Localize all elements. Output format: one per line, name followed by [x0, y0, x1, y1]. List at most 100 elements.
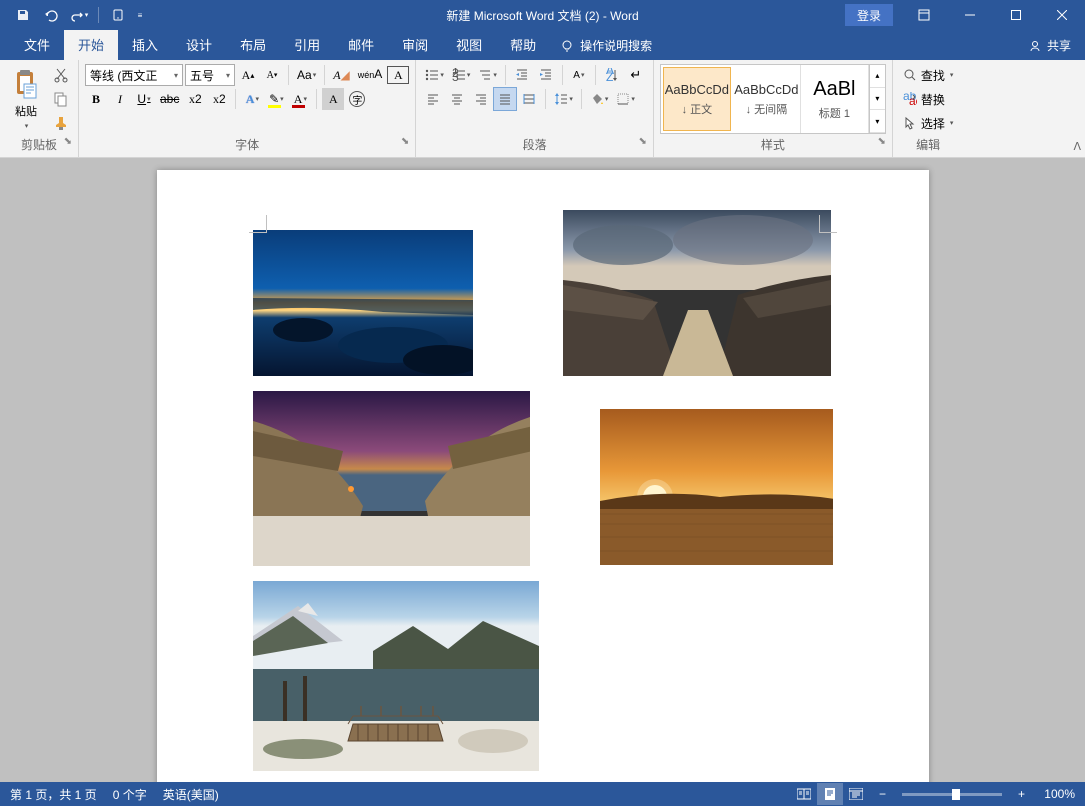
zoom-level[interactable]: 100%	[1035, 787, 1075, 801]
asian-layout-button[interactable]: A▾	[568, 64, 590, 86]
cut-button[interactable]	[50, 64, 72, 86]
language-status[interactable]: 英语(美国)	[163, 786, 219, 803]
align-right-button[interactable]	[470, 88, 492, 110]
group-label-paragraph: 段落	[523, 138, 547, 152]
clipboard-launcher[interactable]: ⬊	[64, 136, 72, 147]
italic-button[interactable]: I	[109, 88, 131, 110]
text-effects-button[interactable]: A▾	[241, 88, 263, 110]
styles-launcher[interactable]: ⬊	[877, 136, 885, 147]
show-marks-button[interactable]: ↵	[625, 64, 647, 86]
save-button[interactable]	[10, 2, 36, 28]
sort-button[interactable]: AZ	[601, 64, 623, 86]
inserted-image-4[interactable]	[600, 409, 833, 565]
styles-scroll-up[interactable]: ▴	[870, 65, 885, 88]
tell-me-search[interactable]: 操作说明搜索	[550, 31, 662, 60]
superscript-button[interactable]: x2	[208, 88, 230, 110]
borders-button[interactable]: ▾	[613, 88, 638, 110]
tab-insert[interactable]: 插入	[118, 29, 172, 60]
borders-icon	[616, 92, 630, 106]
undo-button[interactable]	[38, 2, 64, 28]
strikethrough-button[interactable]: abc	[157, 88, 182, 110]
page-count[interactable]: 第 1 页，共 1 页	[10, 786, 97, 803]
tab-help[interactable]: 帮助	[496, 29, 550, 60]
zoom-slider[interactable]	[902, 793, 1002, 796]
tab-home[interactable]: 开始	[64, 29, 118, 60]
underline-button[interactable]: U▾	[133, 88, 155, 110]
indent-icon	[539, 68, 553, 82]
zoom-in-button[interactable]: +	[1014, 787, 1029, 801]
justify-button[interactable]	[494, 88, 516, 110]
bucket-icon	[590, 92, 604, 106]
read-mode-button[interactable]	[791, 783, 817, 805]
font-size-combo[interactable]: 五号▾	[185, 64, 235, 86]
tab-review[interactable]: 审阅	[388, 29, 442, 60]
style-no-spacing[interactable]: AaBbCcDd ↓ 无间隔	[733, 65, 801, 133]
tab-layout[interactable]: 布局	[226, 29, 280, 60]
print-layout-button[interactable]	[817, 783, 843, 805]
align-center-button[interactable]	[446, 88, 468, 110]
paragraph-launcher[interactable]: ⬊	[638, 136, 646, 147]
subscript-button[interactable]: x2	[184, 88, 206, 110]
ribbon-options-button[interactable]	[901, 0, 947, 30]
copy-button[interactable]	[50, 88, 72, 110]
collapse-ribbon-button[interactable]: ᐱ	[1073, 140, 1081, 153]
bullets-button[interactable]: ▾	[422, 64, 447, 86]
align-left-button[interactable]	[422, 88, 444, 110]
share-button[interactable]: 共享	[1014, 31, 1085, 60]
document-page[interactable]	[157, 170, 929, 782]
increase-indent-button[interactable]	[535, 64, 557, 86]
inserted-image-1[interactable]	[253, 230, 473, 376]
font-color-button[interactable]: A▾	[289, 88, 311, 110]
web-layout-button[interactable]	[843, 783, 869, 805]
style-heading1[interactable]: AaBl 标题 1	[801, 65, 869, 133]
paste-button[interactable]: 粘贴 ▾	[6, 64, 46, 134]
tab-references[interactable]: 引用	[280, 29, 334, 60]
style-normal[interactable]: AaBbCcDd ↓ 正文	[663, 67, 731, 131]
char-shading-button[interactable]: A	[322, 88, 344, 110]
phonetic-guide-button[interactable]: wénA	[355, 64, 386, 86]
shading-button[interactable]: ▾	[587, 88, 612, 110]
find-button[interactable]: 查找▾	[899, 64, 958, 86]
inserted-image-5[interactable]	[253, 581, 539, 771]
replace-button[interactable]: abac替换	[899, 88, 958, 110]
multilevel-button[interactable]: ▾	[475, 64, 500, 86]
customize-qat-button[interactable]: ≡	[133, 2, 147, 28]
distribute-button[interactable]	[518, 88, 540, 110]
inserted-image-3[interactable]	[253, 391, 530, 566]
shrink-font-button[interactable]: A▾	[261, 64, 283, 86]
maximize-button[interactable]	[993, 0, 1039, 30]
login-button[interactable]: 登录	[845, 4, 893, 26]
tab-mailings[interactable]: 邮件	[334, 29, 388, 60]
inserted-image-2[interactable]	[563, 210, 831, 376]
document-scroll-area[interactable]	[0, 158, 1085, 782]
status-bar: 第 1 页，共 1 页 0 个字 英语(美国) − + 100%	[0, 782, 1085, 806]
format-painter-button[interactable]	[50, 112, 72, 134]
tab-design[interactable]: 设计	[172, 29, 226, 60]
word-count[interactable]: 0 个字	[113, 786, 147, 803]
bold-button[interactable]: B	[85, 88, 107, 110]
font-launcher[interactable]: ⬊	[401, 136, 409, 147]
change-case-button[interactable]: Aa▾	[294, 64, 319, 86]
multilevel-icon	[478, 68, 492, 82]
tab-file[interactable]: 文件	[10, 29, 64, 60]
numbering-button[interactable]: 123▾	[449, 64, 474, 86]
zoom-out-button[interactable]: −	[875, 787, 890, 801]
line-spacing-button[interactable]: ▾	[551, 88, 576, 110]
svg-text:ac: ac	[909, 94, 917, 106]
clear-format-button[interactable]: A◢	[330, 64, 353, 86]
highlight-button[interactable]: ✎▾	[265, 88, 287, 110]
grow-font-button[interactable]: A▴	[237, 64, 259, 86]
select-button[interactable]: 选择▾	[899, 112, 958, 134]
close-button[interactable]	[1039, 0, 1085, 30]
tab-view[interactable]: 视图	[442, 29, 496, 60]
minimize-button[interactable]	[947, 0, 993, 30]
touch-mode-button[interactable]	[105, 2, 131, 28]
styles-expand[interactable]: ▾	[870, 110, 885, 133]
highlight-icon: ✎	[269, 92, 279, 106]
styles-scroll-down[interactable]: ▾	[870, 88, 885, 111]
font-family-combo[interactable]: 等线 (西文正▾	[85, 64, 183, 86]
char-border-button[interactable]: A	[387, 66, 409, 84]
decrease-indent-button[interactable]	[511, 64, 533, 86]
enclose-char-button[interactable]: 字	[346, 88, 368, 110]
redo-button[interactable]: ▾	[66, 2, 92, 28]
